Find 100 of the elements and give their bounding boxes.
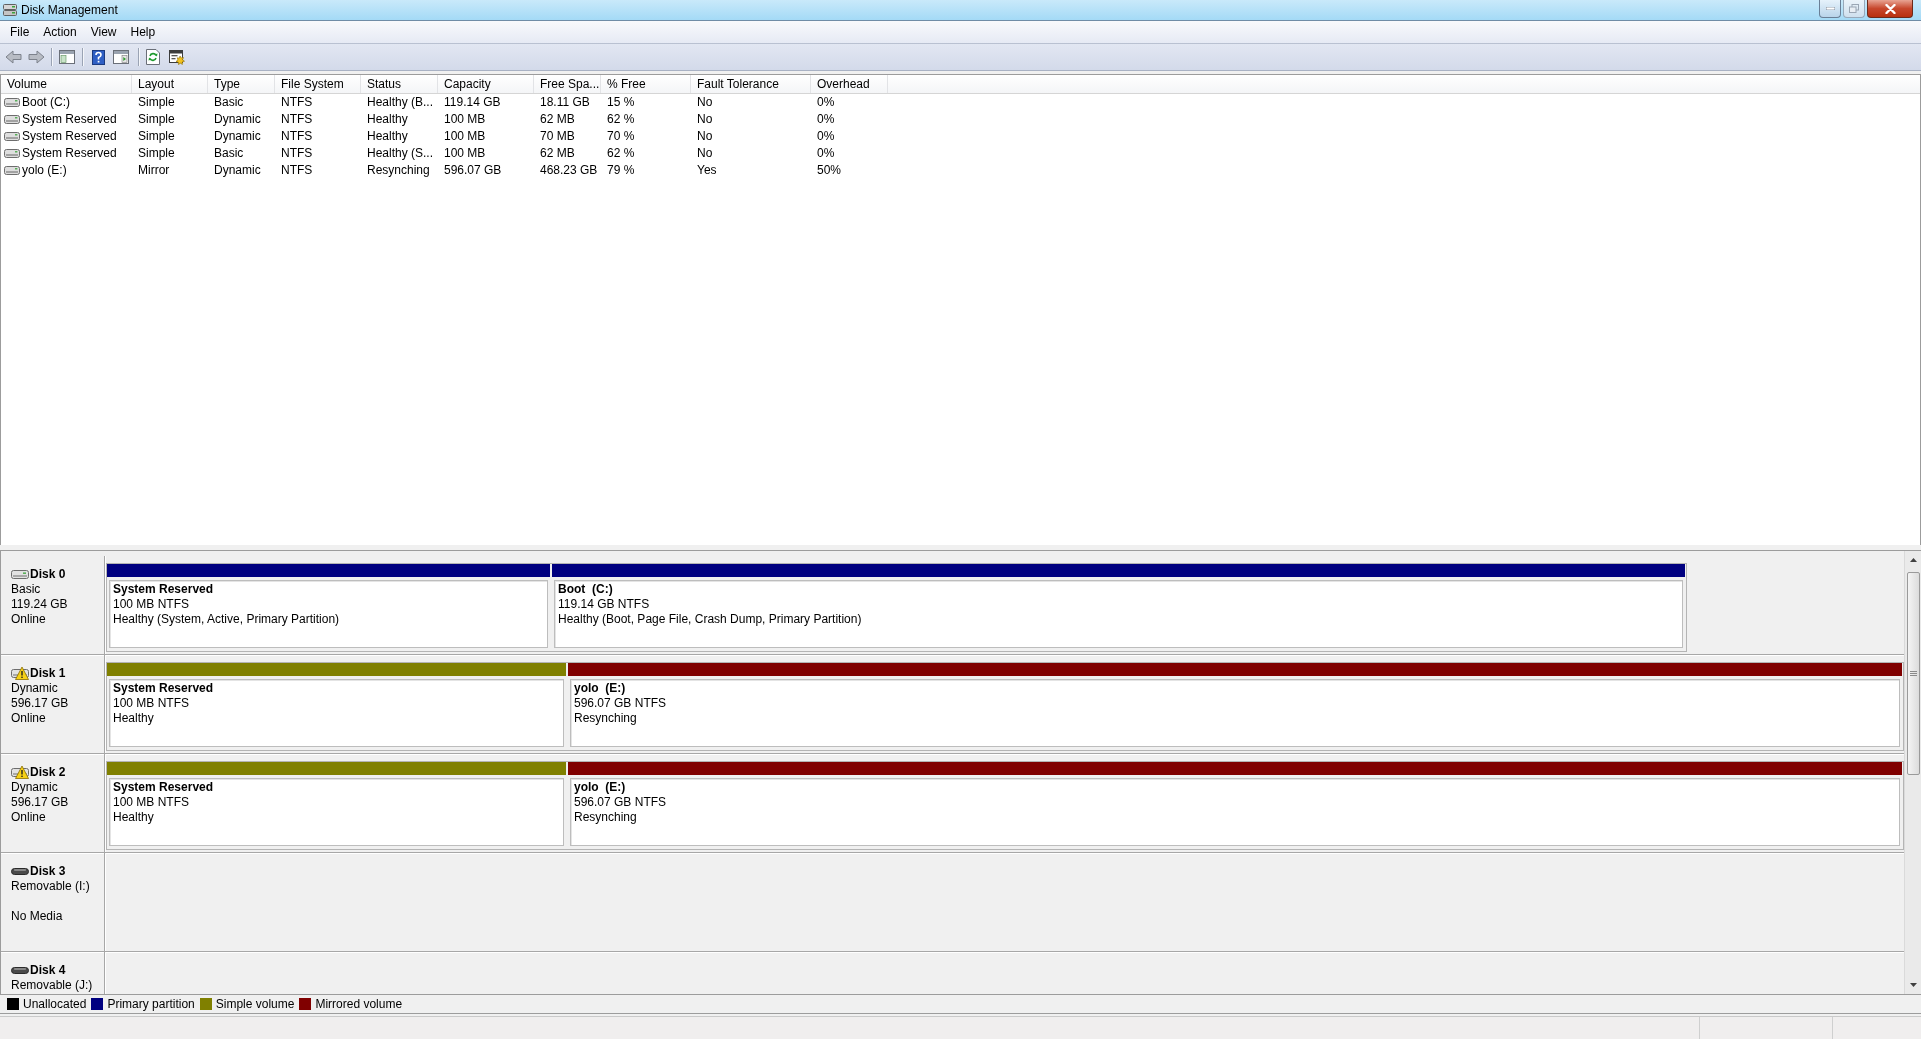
- column-header[interactable]: File System: [275, 75, 361, 93]
- layout-text: Simple: [138, 95, 175, 109]
- column-header[interactable]: % Free: [601, 75, 691, 93]
- window-title: Disk Management: [21, 3, 118, 17]
- partition-panel[interactable]: System Reserved 100 MB NTFS Healthy: [109, 679, 564, 747]
- disk-status: Online: [11, 810, 47, 825]
- column-header[interactable]: Fault Tolerance: [691, 75, 811, 93]
- partition-size: 119.14 GB NTFS: [558, 597, 651, 612]
- partition-size: 100 MB NTFS: [113, 795, 191, 810]
- partition-size: 596.07 GB NTFS: [574, 795, 668, 810]
- partition-status: Resynching: [574, 810, 638, 825]
- disk-size: 119.24 GB: [11, 597, 69, 612]
- disk-type: Removable (I:): [11, 879, 91, 894]
- drive-stack-icon: [3, 3, 17, 17]
- partition-status: Healthy: [113, 711, 155, 726]
- percent-free-value: 79 %: [607, 163, 635, 177]
- fault-tolerance-text: Yes: [697, 163, 717, 177]
- partition-panel[interactable]: System Reserved 100 MB NTFS Healthy: [109, 778, 564, 846]
- disk-status: Online: [11, 612, 47, 627]
- drive-icon: [4, 166, 20, 175]
- vertical-scrollbar[interactable]: [1904, 551, 1921, 994]
- drive-icon: [4, 98, 20, 107]
- partition-panel[interactable]: yolo (E:) 596.07 GB NTFS Resynching: [570, 679, 1900, 747]
- status-text: Resynching: [367, 163, 430, 177]
- column-header[interactable]: Status: [361, 75, 438, 93]
- help-icon[interactable]: [92, 49, 105, 65]
- drive-icon: [4, 149, 20, 158]
- capacity-value: 100 MB: [444, 146, 486, 160]
- percent-free-value: 62 %: [607, 112, 635, 126]
- close-icon: [1884, 3, 1896, 14]
- disk-size: 596.17 GB: [11, 795, 70, 810]
- drive-icon: [4, 132, 20, 141]
- partition-panel[interactable]: System Reserved 100 MB NTFS Healthy (System, Active, Primary Partition): [109, 580, 548, 648]
- back-arrow-icon[interactable]: [5, 50, 22, 64]
- fault-tolerance-text: No: [697, 112, 713, 126]
- fault-tolerance-text: No: [697, 129, 713, 143]
- overhead-value: 0%: [817, 146, 835, 160]
- disk-status: No Media: [11, 909, 64, 924]
- file-system-text: NTFS: [281, 129, 313, 143]
- column-header[interactable]: Volume: [1, 75, 132, 93]
- menu-item[interactable]: View: [83, 24, 124, 40]
- disk-name: Disk 0: [30, 567, 66, 581]
- partition-name: System Reserved: [113, 582, 215, 597]
- restore-icon: [1849, 4, 1859, 13]
- scroll-up-icon[interactable]: [1909, 558, 1917, 562]
- scroll-thumb[interactable]: [1906, 572, 1920, 775]
- disk-name: Disk 3: [30, 864, 66, 878]
- capacity-value: 100 MB: [444, 112, 486, 126]
- partition-name: System Reserved: [113, 780, 215, 795]
- column-header[interactable]: Capacity: [438, 75, 534, 93]
- partition-name: Boot (C:): [558, 582, 614, 597]
- panel-gear-icon[interactable]: [169, 49, 185, 65]
- capacity-value: 119.14 GB: [444, 95, 501, 109]
- forward-arrow-icon[interactable]: [28, 50, 45, 64]
- menu-item[interactable]: Action: [36, 24, 84, 40]
- disk-status: Online: [11, 711, 47, 726]
- status-text: Healthy: [367, 129, 408, 143]
- refresh-icon[interactable]: [146, 49, 160, 65]
- partition-panel[interactable]: Boot (C:) 119.14 GB NTFS Healthy (Boot, Page File, Crash Dump, Primary Partition): [554, 580, 1683, 648]
- volume-name: System Reserved: [22, 128, 117, 145]
- disk-name: Disk 2: [30, 765, 66, 779]
- type-text: Dynamic: [214, 163, 261, 177]
- disk-type: Removable (J:): [11, 978, 94, 993]
- percent-free-value: 62 %: [607, 146, 635, 160]
- free-space-value: 70 MB: [540, 129, 575, 143]
- minimize-button[interactable]: [1819, 0, 1841, 18]
- capacity-value: 100 MB: [444, 129, 486, 143]
- free-space-value: 62 MB: [540, 146, 575, 160]
- file-system-text: NTFS: [281, 112, 313, 126]
- legend-label: Unallocated: [23, 997, 87, 1011]
- free-space-value: 468.23 GB: [540, 163, 598, 177]
- column-header[interactable]: Layout: [132, 75, 208, 93]
- percent-free-value: 15 %: [607, 95, 635, 109]
- fault-tolerance-text: No: [697, 146, 713, 160]
- layout-text: Simple: [138, 146, 175, 160]
- partition-status: Resynching: [574, 711, 638, 726]
- disk-name: Disk 4: [30, 963, 66, 977]
- overhead-value: 0%: [817, 95, 835, 109]
- status-text: Healthy (B...: [367, 95, 434, 109]
- volume-name: System Reserved: [22, 145, 117, 162]
- partition-name: System Reserved: [113, 681, 215, 696]
- partition-panel[interactable]: yolo (E:) 596.07 GB NTFS Resynching: [570, 778, 1900, 846]
- column-header[interactable]: Overhead: [811, 75, 888, 93]
- menu-item[interactable]: Help: [123, 24, 163, 40]
- disk-type: Dynamic: [11, 780, 59, 795]
- file-system-text: NTFS: [281, 146, 313, 160]
- partition-name: yolo (E:): [574, 681, 627, 696]
- partition-size: 100 MB NTFS: [113, 696, 191, 711]
- column-header[interactable]: Type: [208, 75, 275, 93]
- menu-item[interactable]: File: [3, 24, 37, 40]
- column-header[interactable]: Free Spa...: [534, 75, 601, 93]
- action-pane-icon[interactable]: [113, 50, 129, 64]
- disk-type: Dynamic: [11, 681, 59, 696]
- close-button[interactable]: [1867, 0, 1913, 18]
- tree-pane-icon[interactable]: [59, 50, 75, 64]
- legend-label: Primary partition: [107, 997, 195, 1011]
- volume-name: yolo (E:): [22, 162, 67, 179]
- layout-text: Simple: [138, 112, 175, 126]
- file-system-text: NTFS: [281, 163, 313, 177]
- scroll-down-icon[interactable]: [1909, 983, 1917, 987]
